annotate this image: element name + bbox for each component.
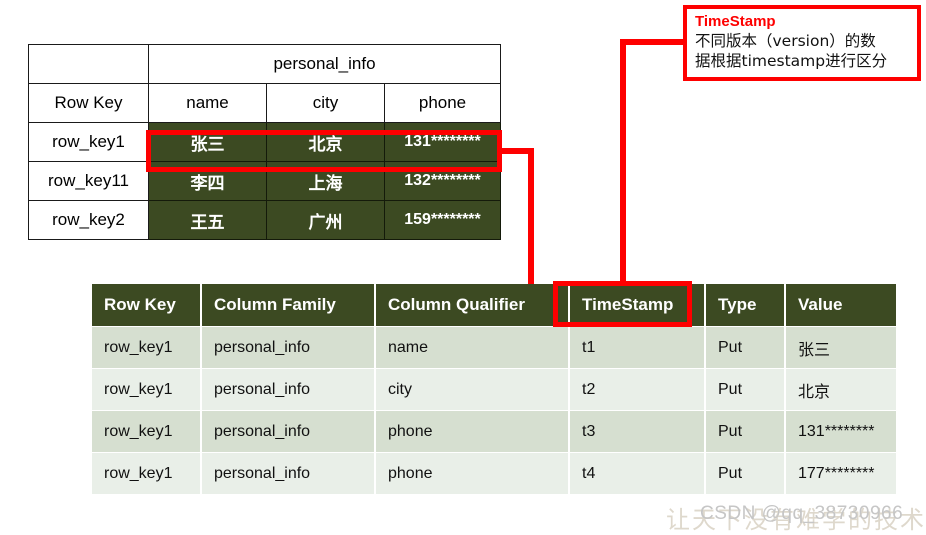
table-row: row_key1 张三 北京 131******** xyxy=(28,122,502,162)
cell-column-qualifier: phone xyxy=(376,453,568,494)
bottom-header-value: Value xyxy=(786,284,896,326)
csdn-watermark: CSDN @qq_38730966 xyxy=(700,503,904,524)
cell-row-key: row_key1 xyxy=(92,369,200,410)
connector-row-vertical xyxy=(528,148,534,288)
cell-row-key: row_key1 xyxy=(92,453,200,494)
cell-column-family: personal_info xyxy=(202,411,374,452)
bottom-header-row-key: Row Key xyxy=(92,284,200,326)
cell-column-family: personal_info xyxy=(202,453,374,494)
top-row-key-cell: row_key2 xyxy=(28,200,149,240)
table-row: row_key11 李四 上海 132******** xyxy=(28,161,502,201)
cell-column-qualifier: name xyxy=(376,327,568,368)
cell-column-family: personal_info xyxy=(202,369,374,410)
bottom-header-column-family: Column Family xyxy=(202,284,374,326)
cell-value: 177******** xyxy=(786,453,896,494)
table-row: row_key1 personal_info phone t4 Put 177*… xyxy=(92,453,896,494)
top-table-header-name: name xyxy=(148,83,267,123)
top-phone-cell: 131******** xyxy=(383,122,502,162)
annotation-line-2: 据根据timestamp进行区分 xyxy=(695,52,888,70)
cell-column-qualifier: phone xyxy=(376,411,568,452)
table-row: row_key2 王五 广州 159******** xyxy=(28,200,502,240)
connector-annotation-vertical xyxy=(620,39,626,286)
bottom-header-type: Type xyxy=(706,284,784,326)
connector-annotation-horizontal xyxy=(620,39,686,45)
bottom-header-timestamp: TimeStamp xyxy=(570,284,704,326)
physical-view-table: Row Key Column Family Column Qualifier T… xyxy=(90,283,898,495)
table-row: row_key1 personal_info phone t3 Put 131*… xyxy=(92,411,896,452)
cell-type: Put xyxy=(706,453,784,494)
top-city-cell: 广州 xyxy=(266,200,385,240)
top-city-cell: 北京 xyxy=(266,122,385,162)
top-table-empty-corner xyxy=(28,44,149,84)
cell-column-qualifier: city xyxy=(376,369,568,410)
cell-timestamp: t3 xyxy=(570,411,704,452)
annotation-title: TimeStamp xyxy=(695,13,776,30)
table-row: row_key1 personal_info city t2 Put 北京 xyxy=(92,369,896,410)
cell-value: 131******** xyxy=(786,411,896,452)
cell-timestamp: t2 xyxy=(570,369,704,410)
top-name-cell: 李四 xyxy=(148,161,267,201)
bottom-header-column-qualifier: Column Qualifier xyxy=(376,284,568,326)
cell-value: 张三 xyxy=(786,327,896,368)
cell-column-family: personal_info xyxy=(202,327,374,368)
top-phone-cell: 159******** xyxy=(383,200,502,240)
cell-row-key: row_key1 xyxy=(92,327,200,368)
cell-timestamp: t4 xyxy=(570,453,704,494)
top-table-column-family-label: personal_info xyxy=(147,44,502,84)
cell-type: Put xyxy=(706,411,784,452)
cell-row-key: row_key1 xyxy=(92,411,200,452)
top-row-key-cell: row_key11 xyxy=(28,161,149,201)
top-table-header-row: Row Key name city phone xyxy=(28,83,502,123)
timestamp-annotation-callout: TimeStamp 不同版本（version）的数 据根据timestamp进行… xyxy=(683,5,921,81)
top-row-key-cell: row_key1 xyxy=(28,122,149,162)
top-city-cell: 上海 xyxy=(266,161,385,201)
top-name-cell: 张三 xyxy=(148,122,267,162)
cell-timestamp: t1 xyxy=(570,327,704,368)
top-table-family-row: personal_info xyxy=(28,44,502,84)
cell-type: Put xyxy=(706,327,784,368)
top-table-header-phone: phone xyxy=(383,83,502,123)
cell-type: Put xyxy=(706,369,784,410)
top-phone-cell: 132******** xyxy=(383,161,502,201)
top-table-header-city: city xyxy=(266,83,385,123)
logical-view-table: personal_info Row Key name city phone ro… xyxy=(28,44,502,240)
top-name-cell: 王五 xyxy=(148,200,267,240)
connector-row-horizontal xyxy=(500,148,534,154)
bottom-table-header-row: Row Key Column Family Column Qualifier T… xyxy=(92,284,896,326)
cell-value: 北京 xyxy=(786,369,896,410)
top-table-header-row-key: Row Key xyxy=(28,83,149,123)
annotation-line-1: 不同版本（version）的数 xyxy=(695,32,876,50)
table-row: row_key1 personal_info name t1 Put 张三 xyxy=(92,327,896,368)
